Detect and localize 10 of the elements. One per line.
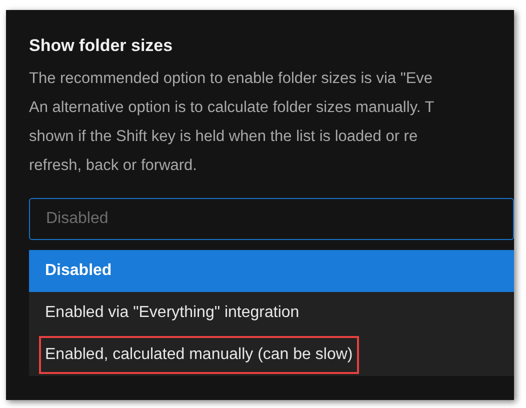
description-line: An alternative option is to calculate folder sizes manually. T [29,98,436,118]
dropdown-option[interactable]: Enabled via "Everything" integration [29,292,514,334]
setting-title: Show folder sizes [29,36,174,56]
description-line: refresh, back or forward. [29,156,198,176]
dropdown-option[interactable]: Enabled, calculated manually (can be slow) [29,334,514,376]
dropdown-field[interactable]: Disabled [29,198,514,240]
highlight-frame: Enabled, calculated manually (can be slow) [39,336,359,374]
dropdown-option[interactable]: Disabled [29,250,514,292]
description-line: The recommended option to enable folder sizes is via "Eve [29,69,434,89]
description-line: shown if the Shift key is held when the list is loaded or re [29,127,419,147]
